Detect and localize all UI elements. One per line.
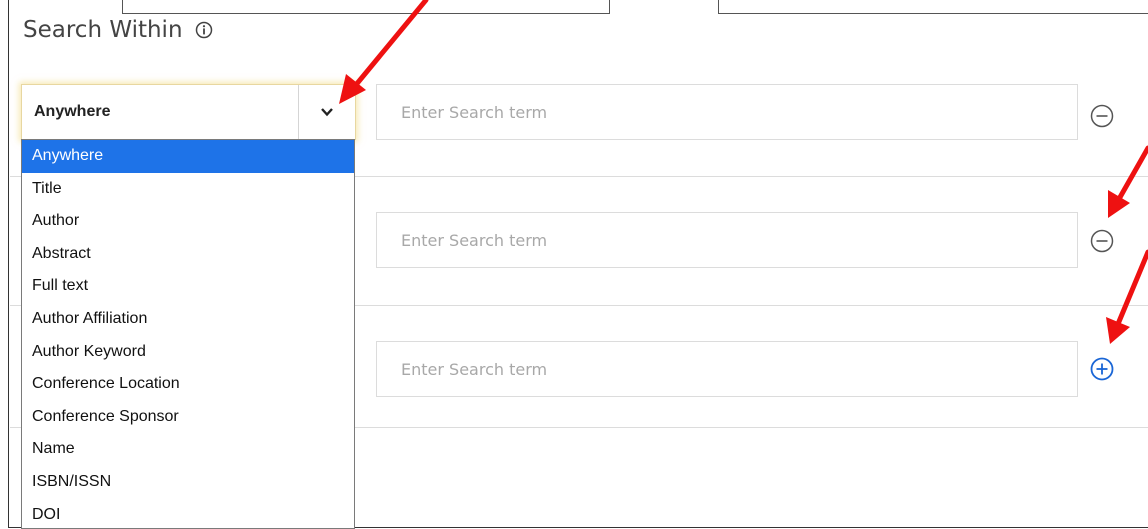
search-field-select[interactable]: Anywhere [21,84,356,140]
section-title: Search Within [23,17,213,43]
search-term-input[interactable] [376,212,1078,268]
minus-circle-icon[interactable] [1090,104,1114,128]
search-field-dropdown[interactable]: Anywhere Title Author Abstract Full text… [21,139,355,529]
plus-circle-icon[interactable] [1090,357,1114,381]
search-field-select-value: Anywhere [34,103,111,120]
dropdown-option[interactable]: Author Keyword [22,336,354,369]
dropdown-option[interactable]: Title [22,173,354,206]
dropdown-option[interactable]: Full text [22,270,354,303]
dropdown-option[interactable]: Conference Sponsor [22,401,354,434]
dropdown-option[interactable]: Author Affiliation [22,303,354,336]
dropdown-option[interactable]: ISBN/ISSN [22,466,354,499]
top-input-right[interactable] [718,0,1148,14]
search-term-input[interactable] [376,341,1078,397]
section-title-text: Search Within [23,17,183,43]
dropdown-option[interactable]: Abstract [22,238,354,271]
dropdown-option[interactable]: DOI [22,499,354,528]
dropdown-option[interactable]: Author [22,205,354,238]
info-icon[interactable] [195,21,213,39]
chevron-down-icon[interactable] [298,85,355,139]
search-term-input[interactable] [376,84,1078,140]
dropdown-option[interactable]: Conference Location [22,368,354,401]
dropdown-option[interactable]: Name [22,433,354,466]
top-input-left[interactable] [122,0,610,14]
dropdown-option[interactable]: Anywhere [22,140,354,173]
minus-circle-icon[interactable] [1090,229,1114,253]
